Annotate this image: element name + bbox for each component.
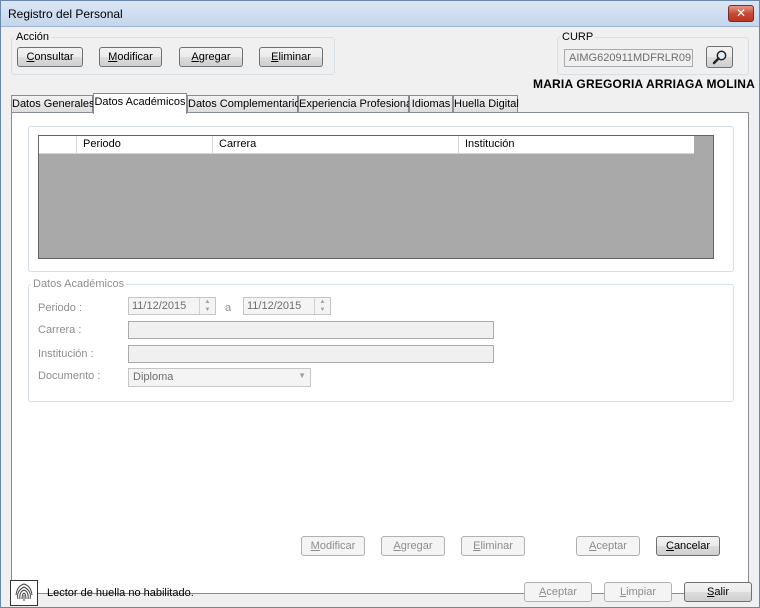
main-window: Registro del Personal ✕ Acción Consultar…: [0, 0, 760, 608]
institucion-label: Institución :: [38, 348, 94, 360]
person-name: MARIA GREGORIA ARRIAGA MOLINA: [533, 77, 756, 91]
title-bar[interactable]: Registro del Personal ✕: [1, 1, 759, 27]
periodo-label: Periodo :: [38, 302, 83, 314]
agregar-button[interactable]: Agregar: [179, 47, 243, 67]
curp-search-button[interactable]: [706, 46, 733, 68]
grid-row-header: [39, 136, 77, 154]
status-text: Lector de huella no habilitado.: [47, 587, 194, 599]
tab-aceptar-button[interactable]: Aceptar: [576, 536, 640, 556]
close-icon: ✕: [735, 6, 747, 20]
chevron-down-icon: ▼: [298, 371, 306, 380]
fecha-desde-spin[interactable]: ▲ ▼: [199, 298, 215, 314]
academic-grid[interactable]: Periodo Carrera Institución: [38, 135, 714, 259]
fecha-desde-value: 11/12/2015: [132, 300, 187, 312]
tab-modificar-button[interactable]: Modificar: [301, 536, 365, 556]
tab-agregar-button[interactable]: Agregar: [381, 536, 445, 556]
modificar-button[interactable]: Modificar: [99, 47, 162, 67]
tab-huella-digital[interactable]: Huella Digital: [453, 95, 519, 113]
curp-input[interactable]: AIMG620911MDFRLR09: [564, 49, 693, 67]
spin-down-icon: ▼: [319, 307, 326, 313]
documento-label: Documento :: [38, 370, 101, 382]
footer-salir-button[interactable]: Salir: [684, 582, 752, 602]
fecha-hasta-value: 11/12/2015: [247, 300, 302, 312]
close-button[interactable]: ✕: [728, 5, 754, 22]
magnifier-icon: [712, 50, 726, 65]
tab-datos-complementarios[interactable]: Datos Complementarios: [187, 95, 306, 113]
column-carrera[interactable]: Carrera: [213, 136, 459, 154]
tab-cancelar-button[interactable]: Cancelar: [656, 536, 720, 556]
consultar-button[interactable]: Consultar: [17, 47, 83, 67]
curp-legend: CURP: [562, 31, 594, 43]
eliminar-button[interactable]: Eliminar: [259, 47, 323, 67]
a-label: a: [225, 302, 232, 314]
datos-academicos-legend: Datos Académicos: [33, 278, 125, 290]
column-periodo[interactable]: Periodo: [77, 136, 213, 154]
status-bar: Lector de huella no habilitado. Aceptar …: [1, 573, 759, 607]
footer-limpiar-button[interactable]: Limpiar: [604, 582, 672, 602]
institucion-input[interactable]: [128, 345, 494, 363]
spin-up-icon: ▲: [204, 299, 211, 305]
client-area: Acción Consultar Modificar Agregar Elimi…: [1, 28, 759, 607]
tab-idiomas[interactable]: Idiomas: [409, 95, 453, 113]
column-institucion[interactable]: Institución: [459, 136, 694, 154]
documento-select[interactable]: Diploma ▼: [128, 368, 311, 387]
window-title: Registro del Personal: [8, 7, 123, 21]
fecha-hasta-spin[interactable]: ▲ ▼: [314, 298, 330, 314]
spin-down-icon: ▼: [204, 307, 211, 313]
grid-header: Periodo Carrera Institución: [39, 136, 694, 154]
tab-experiencia-profesional[interactable]: Experiencia Profesional: [298, 95, 415, 113]
carrera-label: Carrera :: [38, 324, 82, 336]
fecha-hasta-picker[interactable]: 11/12/2015 ▲ ▼: [243, 297, 331, 315]
carrera-input[interactable]: [128, 321, 494, 339]
tab-eliminar-button[interactable]: Eliminar: [461, 536, 525, 556]
spin-up-icon: ▲: [319, 299, 326, 305]
footer-aceptar-button[interactable]: Aceptar: [524, 582, 592, 602]
documento-value: Diploma: [133, 371, 174, 383]
fecha-desde-picker[interactable]: 11/12/2015 ▲ ▼: [128, 297, 216, 315]
fingerprint-icon: [10, 580, 38, 606]
tab-datos-academicos[interactable]: Datos Académicos: [93, 93, 187, 114]
accion-legend: Acción: [16, 31, 50, 43]
tab-datos-generales[interactable]: Datos Generales: [11, 95, 95, 113]
